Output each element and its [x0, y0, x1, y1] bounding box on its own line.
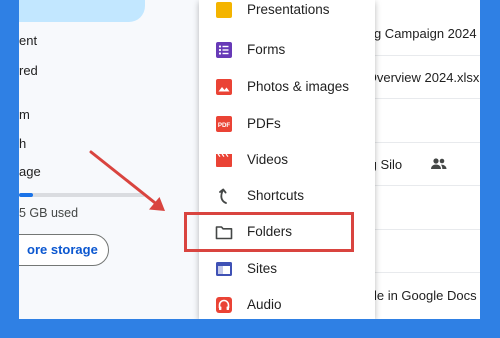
shortcut-icon: [219, 188, 227, 204]
forms-icon: [216, 42, 232, 58]
slides-icon: [216, 2, 232, 18]
menu-item-pdfs[interactable]: PDF PDFs: [199, 106, 375, 142]
shared-people-icon: [431, 158, 447, 169]
file-type-menu: Presentations Forms Photos & images PDF: [199, 0, 375, 319]
menu-item-forms[interactable]: Forms: [199, 32, 375, 68]
menu-item-shortcuts[interactable]: Shortcuts: [199, 178, 375, 214]
get-more-storage-button[interactable]: ore storage: [19, 234, 109, 266]
menu-item-presentations[interactable]: Presentations: [199, 0, 375, 28]
folders-highlight-box: [184, 212, 354, 252]
audio-icon: [216, 297, 232, 313]
menu-item-audio[interactable]: Audio: [199, 287, 375, 319]
svg-text:PDF: PDF: [218, 122, 231, 129]
image-icon: [216, 79, 232, 95]
menu-item-photos-images[interactable]: Photos & images: [199, 69, 375, 105]
sites-icon: [216, 262, 232, 276]
menu-item-sites[interactable]: Sites: [199, 251, 375, 287]
drive-window: ent red m h age 5 GB used ore storage et…: [19, 0, 480, 319]
video-icon: [216, 153, 232, 167]
pdf-icon: PDF: [216, 116, 232, 132]
annotation-arrow: [89, 150, 165, 211]
menu-item-videos[interactable]: Videos: [199, 142, 375, 178]
